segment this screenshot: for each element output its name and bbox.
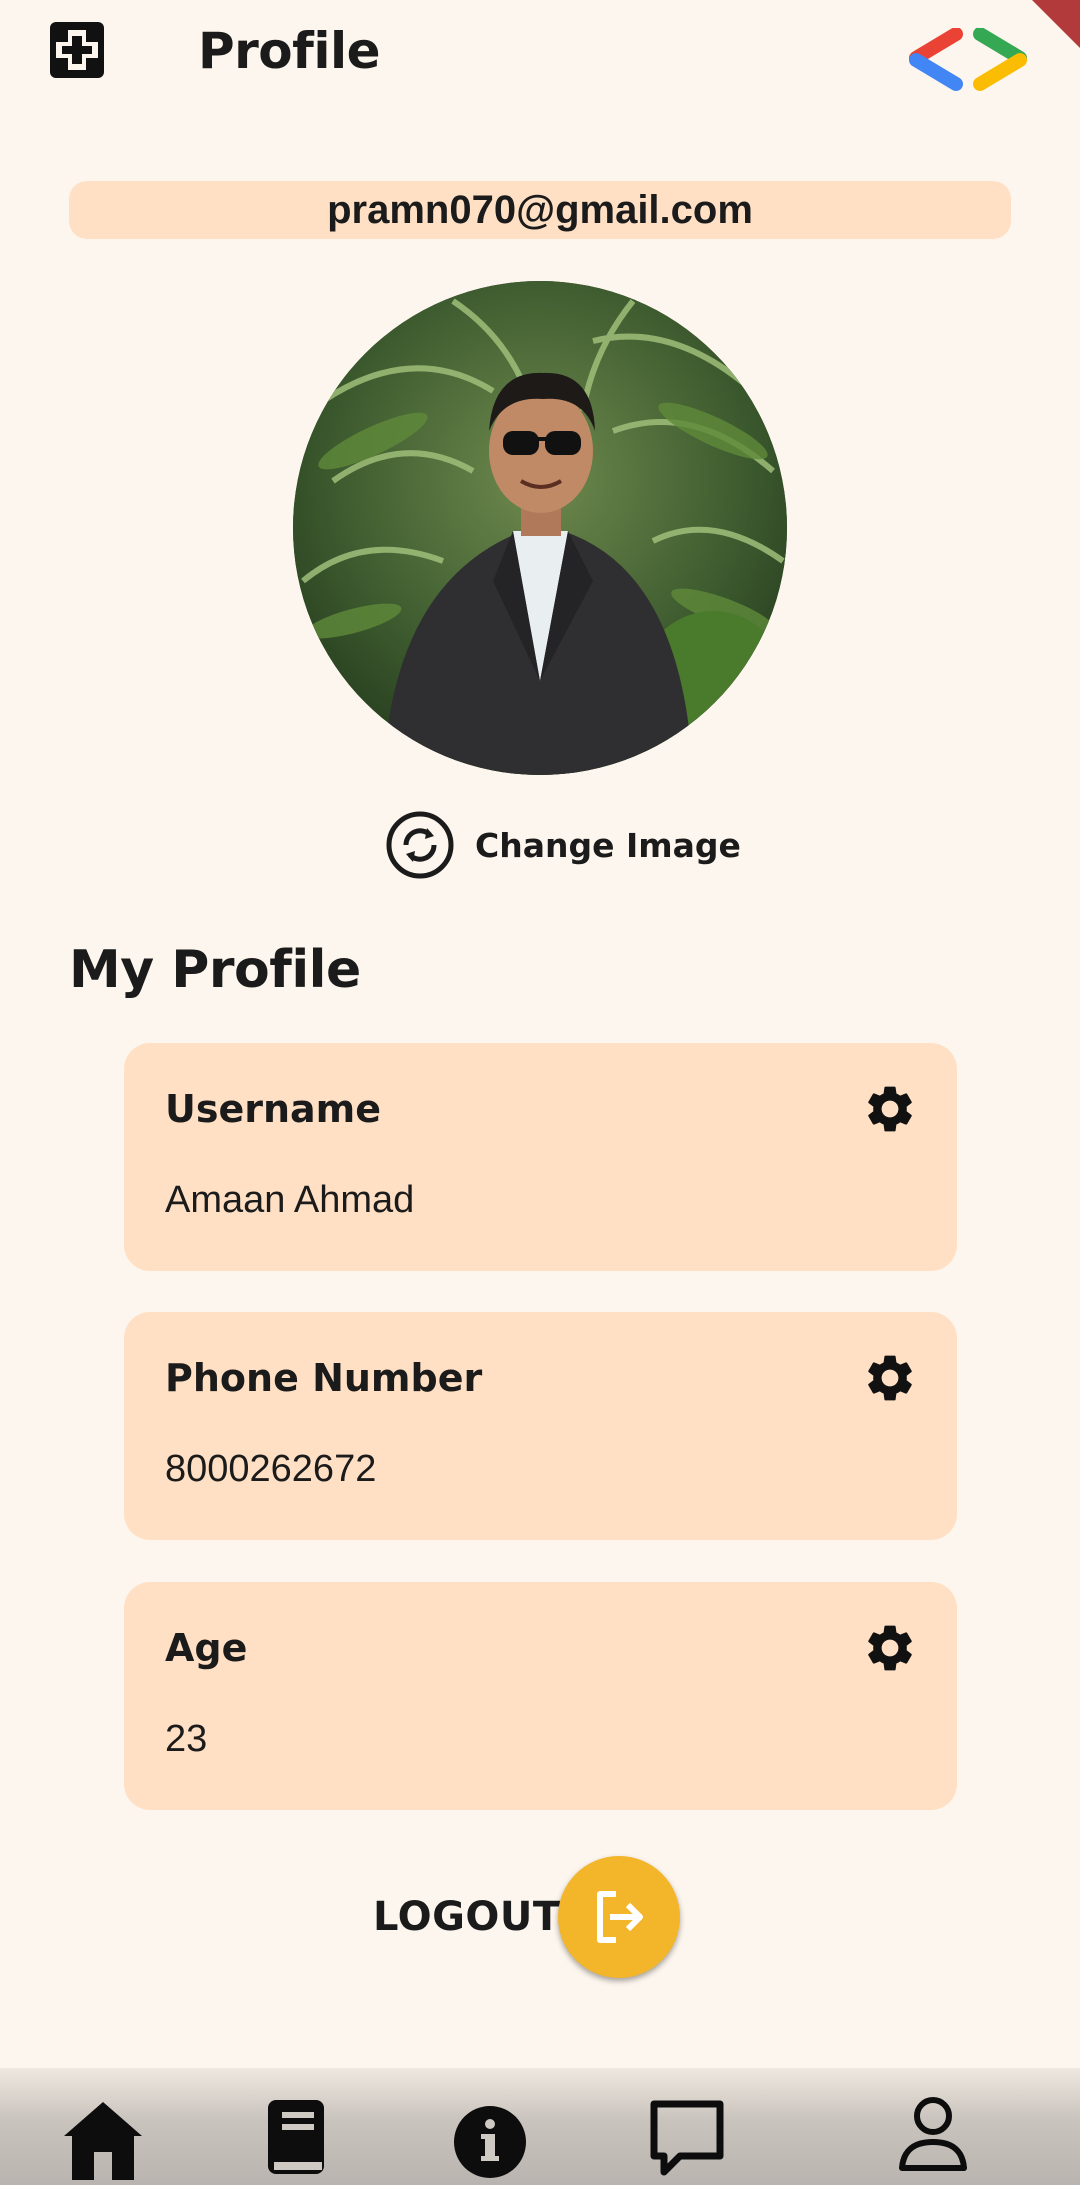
field-value: Amaan Ahmad xyxy=(165,1179,415,1221)
profile-screen: Profile pramn070@gmail.com Change Image … xyxy=(0,0,1080,2185)
change-image-button[interactable]: Change Image xyxy=(385,810,741,880)
field-label: Username xyxy=(165,1087,382,1131)
avatar xyxy=(293,281,787,775)
gear-icon[interactable] xyxy=(862,1081,918,1137)
email-display: pramn070@gmail.com xyxy=(69,181,1011,239)
home-icon xyxy=(64,2102,142,2180)
gdg-logo-icon xyxy=(909,28,1027,91)
medical-cross-icon[interactable] xyxy=(50,22,104,78)
field-card-age: Age 23 xyxy=(124,1582,957,1810)
person-icon xyxy=(899,2097,967,2171)
book-icon xyxy=(268,2100,324,2174)
bottom-navigation xyxy=(0,2068,1080,2185)
page-title: Profile xyxy=(198,22,381,80)
gear-icon[interactable] xyxy=(862,1620,918,1676)
nav-chat[interactable] xyxy=(642,2090,732,2180)
refresh-circle-icon xyxy=(386,811,454,879)
app-bar: Profile xyxy=(0,0,1080,110)
logout-icon xyxy=(597,1891,643,1943)
logout-button[interactable] xyxy=(558,1856,680,1978)
field-card-username: Username Amaan Ahmad xyxy=(124,1043,957,1271)
field-label: Phone Number xyxy=(165,1356,483,1400)
field-value: 8000262672 xyxy=(165,1448,377,1490)
logout-label[interactable]: LOGOUT xyxy=(373,1894,561,1940)
nav-book[interactable] xyxy=(250,2090,340,2180)
nav-profile[interactable] xyxy=(888,2090,978,2180)
gear-icon[interactable] xyxy=(862,1350,918,1406)
info-icon xyxy=(454,2106,526,2178)
field-label: Age xyxy=(165,1626,248,1670)
change-image-label: Change Image xyxy=(475,825,741,865)
chat-icon xyxy=(650,2100,724,2176)
field-value: 23 xyxy=(165,1718,208,1760)
nav-home[interactable] xyxy=(58,2090,148,2180)
debug-banner xyxy=(1032,0,1080,48)
nav-info[interactable] xyxy=(445,2090,535,2180)
section-title: My Profile xyxy=(69,940,361,1000)
field-card-phone: Phone Number 8000262672 xyxy=(124,1312,957,1540)
